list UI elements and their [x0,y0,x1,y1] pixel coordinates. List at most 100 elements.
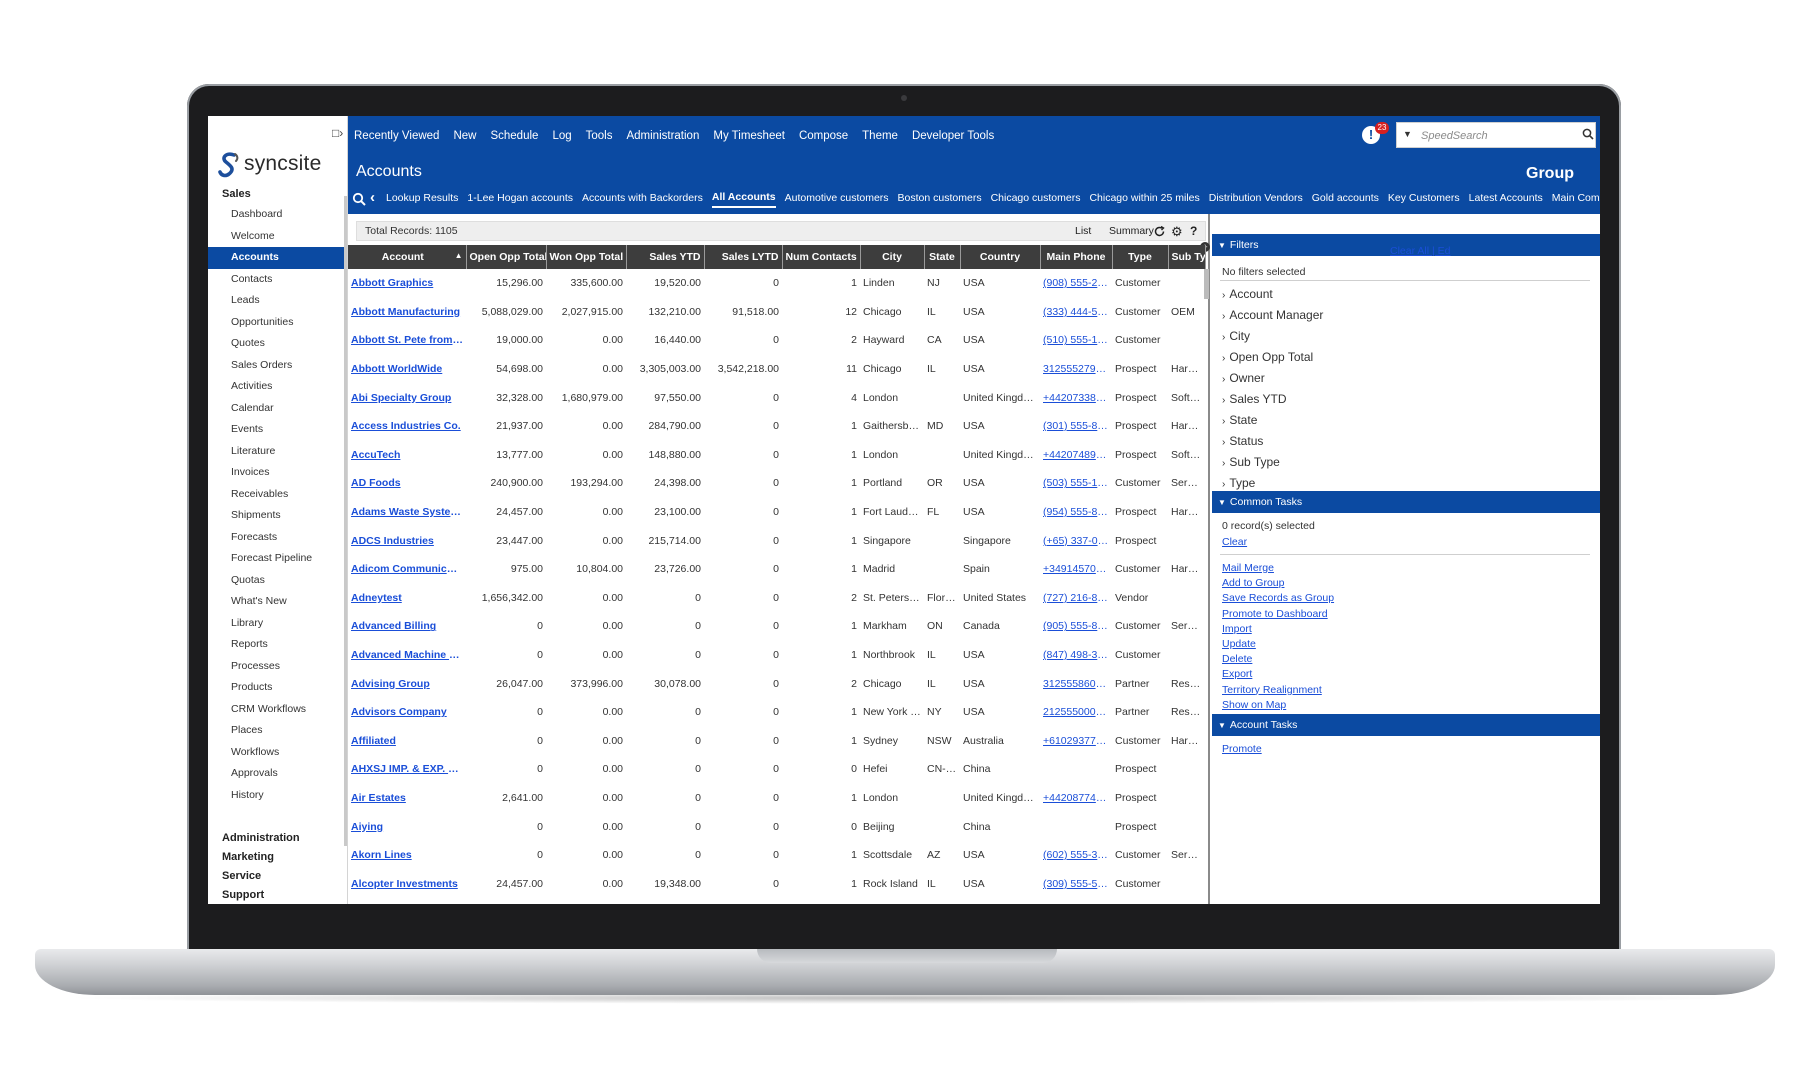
delete-link[interactable]: Delete [1222,653,1252,665]
sidebar-item-forecast-pipeline[interactable]: Forecast Pipeline [208,548,344,570]
brand-logo[interactable]: syncsite [218,150,321,178]
cell-account[interactable]: Abbott Graphics [348,269,466,298]
table-row[interactable]: Advising Group 26,047.00 373,996.00 30,078.… [348,669,1205,698]
column-header-type[interactable]: Type [1112,245,1169,269]
group-search-icon[interactable] [352,192,366,206]
cell-main-phone[interactable]: (905) 555-8992 [1040,612,1112,641]
update-link[interactable]: Update [1222,638,1256,650]
filter-sales-ytd[interactable]: › Sales YTD [1222,389,1323,410]
table-row[interactable]: Alcopter Investments 24,457.00 0.00 19,348.… [348,869,1205,898]
sidebar-item-forecasts[interactable]: Forecasts [208,527,344,549]
cell-account[interactable]: Abbott Manufacturing [348,298,466,327]
cell-main-phone[interactable]: (602) 555-3260 [1040,841,1112,870]
menu-recently-viewed[interactable]: Recently Viewed [354,130,439,142]
cell-main-phone[interactable]: (+65) 337-0321 [1040,526,1112,555]
menu-tools[interactable]: Tools [586,130,613,142]
sidebar-item-sales-orders[interactable]: Sales Orders [208,355,344,377]
sidebar-item-quotes[interactable]: Quotes [208,333,344,355]
column-header-sales-ytd[interactable]: Sales YTD [626,245,705,269]
table-row[interactable]: AHXSJ IMP. & EXP. TRADI... 0 0.00 0 0 0 Hefei C… [348,755,1205,784]
account-tasks-header[interactable]: ▼ Account Tasks [1212,714,1600,736]
table-row[interactable]: Abbott WorldWide 54,698.00 0.00 3,305,003.0… [348,355,1205,384]
export-link[interactable]: Export [1222,668,1252,680]
search-scope-dropdown-icon[interactable]: ▼ [1403,129,1413,141]
sidebar-item-history[interactable]: History [208,785,344,807]
sidebar-item-welcome[interactable]: Welcome [208,226,344,248]
mail-merge-link[interactable]: Mail Merge [1222,562,1274,574]
promote-link[interactable]: Promote [1222,743,1262,755]
show-on-map-link[interactable]: Show on Map [1222,699,1286,711]
cell-account[interactable]: Access Industries Co. [348,412,466,441]
cell-main-phone[interactable]: (510) 555-1300 [1040,326,1112,355]
column-header-main-phone[interactable]: Main Phone [1040,245,1113,269]
tab-automotive-customers[interactable]: Automotive customers [785,192,889,207]
sidebar-item-processes[interactable]: Processes [208,656,344,678]
sidebar-item-products[interactable]: Products [208,677,344,699]
cell-account[interactable]: Abbott St. Pete from ship-to [348,326,466,355]
sidebar-item-what-s-new[interactable]: What's New [208,591,344,613]
cell-account[interactable]: Adicom Communications [348,555,466,584]
tab-all-accounts[interactable]: All Accounts [711,191,776,208]
gear-icon[interactable]: ⚙ [1171,224,1183,240]
table-row[interactable]: Advanced Billing 0 0.00 0 0 1 Markham ON Canada (… [348,612,1205,641]
sidebar-item-dashboard[interactable]: Dashboard [208,204,344,226]
tab-chicago-within-25-miles[interactable]: Chicago within 25 miles [1089,192,1199,207]
cell-main-phone[interactable]: (333) 444-5555 [1040,298,1112,327]
help-icon[interactable]: ? [1190,224,1197,238]
menu-theme[interactable]: Theme [862,130,898,142]
filter-account[interactable]: › Account [1222,284,1323,305]
nav-section-support[interactable]: Support [222,889,264,901]
speedsearch-input[interactable] [1421,127,1571,144]
territory-realignment-link[interactable]: Territory Realignment [1222,684,1322,696]
table-row[interactable]: Adicom Communications 975.00 10,804.00 23,7… [348,555,1205,584]
column-header-city[interactable]: City [860,245,925,269]
cell-account[interactable]: ADCS Industries [348,526,466,555]
sidebar-item-events[interactable]: Events [208,419,344,441]
cell-main-phone[interactable]: (301) 555-8880 [1040,412,1112,441]
sidebar-item-receivables[interactable]: Receivables [208,484,344,506]
cell-account[interactable]: Abbott WorldWide [348,355,466,384]
cell-account[interactable]: Akorn Lines [348,841,466,870]
cell-account[interactable]: Affiliated [348,727,466,756]
filter-status[interactable]: › Status [1222,431,1323,452]
filter-state[interactable]: › State [1222,410,1323,431]
filter-open-opp-total[interactable]: › Open Opp Total [1222,347,1323,368]
cell-main-phone[interactable] [1040,755,1112,784]
nav-scrollbar[interactable] [344,196,347,846]
menu-compose[interactable]: Compose [799,130,848,142]
menu-my-timesheet[interactable]: My Timesheet [713,130,785,142]
cell-main-phone[interactable]: 3125558600x630 [1040,669,1112,698]
table-row[interactable]: Affiliated 0 0.00 0 0 1 Sydney NSW Australia +610… [348,727,1205,756]
table-row[interactable]: Air Estates 2,641.00 0.00 0 0 1 London United K… [348,784,1205,813]
table-row[interactable]: AD Foods 240,900.00 193,294.00 24,398.00 0 1 P… [348,469,1205,498]
cell-main-phone[interactable]: 2125550001x304 [1040,698,1112,727]
nav-section-sales[interactable]: Sales [222,188,251,200]
cell-account[interactable]: AD Foods [348,469,466,498]
cell-main-phone[interactable]: +442073384570 [1040,383,1112,412]
cell-main-phone[interactable]: +34914570955 [1040,555,1112,584]
refresh-icon[interactable] [1153,225,1166,238]
column-header-sub-typ[interactable]: Sub Typ [1168,245,1206,269]
cell-main-phone[interactable]: (503) 555-1358 [1040,469,1112,498]
import-link[interactable]: Import [1222,623,1252,635]
cell-account[interactable]: Adams Waste Systems [348,498,466,527]
cell-account[interactable]: Adneytest [348,584,466,613]
cell-account[interactable]: Advanced Machine & Eng... [348,641,466,670]
sidebar-item-contacts[interactable]: Contacts [208,269,344,291]
sidebar-item-opportunities[interactable]: Opportunities [208,312,344,334]
sort-ascending-icon[interactable]: ▲ [455,251,463,260]
cell-main-phone[interactable]: +442087748366 [1040,784,1112,813]
tab-gold-accounts[interactable]: Gold accounts [1312,192,1379,207]
cell-account[interactable]: Advising Group [348,669,466,698]
sidebar-item-quotas[interactable]: Quotas [208,570,344,592]
sidebar-item-library[interactable]: Library [208,613,344,635]
list-view-button[interactable]: List [1075,225,1091,237]
tabs-scroll-left-icon[interactable]: ‹ [370,189,375,206]
cell-main-phone[interactable]: (309) 555-5500 [1040,869,1112,898]
table-row[interactable]: Abbott St. Pete from ship-to 19,000.00 0.0… [348,326,1205,355]
sidebar-item-places[interactable]: Places [208,720,344,742]
sidebar-item-approvals[interactable]: Approvals [208,763,344,785]
column-header-account[interactable]: Account ▲ [348,245,467,269]
table-row[interactable]: Aiying 0 0.00 0 0 0 Beijing China Prospect [348,812,1205,841]
table-row[interactable]: AccuTech 13,777.00 0.00 148,880.00 0 1 London U… [348,441,1205,470]
